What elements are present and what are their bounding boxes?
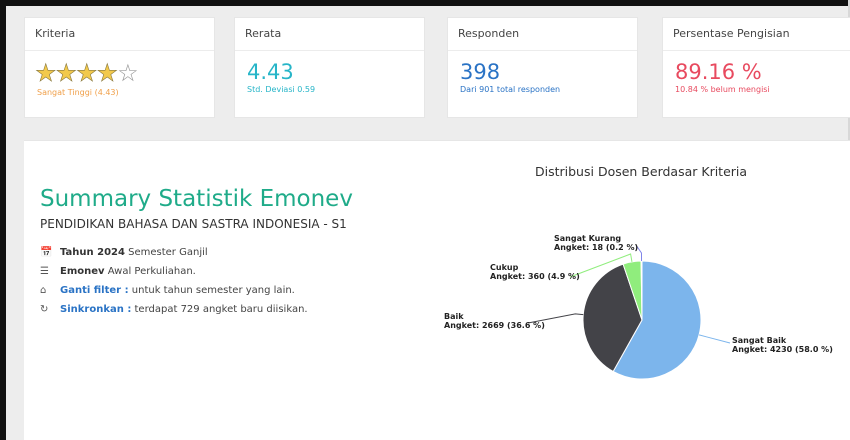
info-list: 📅 Tahun 2024 Semester Ganjil ☰ Emonev Awal… — [40, 243, 308, 319]
info-item-sync: ↻ Sinkronkan : terdapat 729 angket baru d… — [40, 300, 308, 319]
responden-value: 398 — [460, 60, 501, 84]
calendar-icon: 📅 — [40, 247, 53, 258]
sinkronkan-link[interactable]: Sinkronkan : — [60, 304, 131, 315]
ganti-filter-link[interactable]: Ganti filter : — [60, 285, 129, 296]
pie-label-name: Cukup — [490, 263, 519, 272]
semester-text: Semester Ganjil — [124, 247, 208, 258]
emonev-label: Emonev — [60, 266, 105, 277]
star-rating: ★★★★☆ — [35, 60, 214, 87]
home-icon: ⌂ — [40, 285, 47, 296]
star-filled-icon: ★ — [76, 59, 98, 87]
rerata-card: Rerata 4.43 Std. Deviasi 0.59 — [234, 17, 425, 118]
persentase-value: 89.16 % — [675, 60, 762, 84]
window-frame-left — [0, 0, 6, 440]
prodi-name: PENDIDIKAN BAHASA DAN SASTRA INDONESIA -… — [40, 217, 347, 231]
pie-label-name: Baik — [444, 312, 464, 321]
kriteria-card: Kriteria ★★★★☆ Sangat Tinggi (4.43) — [24, 17, 215, 118]
persentase-card-title: Persentase Pengisian — [663, 18, 850, 51]
responden-card: Responden 398 Dari 901 total responden — [447, 17, 638, 118]
summary-title: Summary Statistik Emonev — [40, 186, 353, 212]
pie-label-name: Sangat Baik — [732, 336, 787, 345]
list-icon: ☰ — [40, 266, 49, 277]
filter-text: untuk tahun semester yang lain. — [128, 285, 295, 296]
refresh-icon: ↻ — [40, 304, 49, 315]
info-item-tahun: 📅 Tahun 2024 Semester Ganjil — [40, 243, 308, 262]
rerata-value: 4.43 — [247, 60, 294, 84]
star-filled-icon: ★ — [35, 59, 57, 87]
chart-title: Distribusi Dosen Berdasar Kriteria — [535, 164, 748, 179]
persentase-card: Persentase Pengisian 89.16 % 10.84 % bel… — [662, 17, 850, 118]
pie-label-value: Angket: 2669 (36.6 %) — [444, 321, 545, 330]
pie-connector-line — [698, 334, 731, 344]
tahun-label: Tahun 2024 — [60, 247, 125, 258]
kriteria-subtext: Sangat Tinggi (4.43) — [37, 88, 119, 97]
pie-label-name: Sangat Kurang — [554, 234, 621, 243]
window-frame-top — [0, 0, 850, 6]
rerata-card-title: Rerata — [235, 18, 424, 51]
emonev-text: Awal Perkuliahan. — [104, 266, 196, 277]
star-filled-icon: ★ — [96, 59, 118, 87]
pie-label-value: Angket: 360 (4.9 %) — [490, 272, 580, 281]
pie-label-value: Angket: 18 (0.2 %) — [554, 243, 638, 252]
responden-subtext: Dari 901 total responden — [460, 85, 561, 94]
sync-text: terdapat 729 angket baru diisikan. — [131, 304, 308, 315]
kriteria-card-title: Kriteria — [25, 18, 214, 51]
pie-chart: Sangat BaikAngket: 4230 (58.0 %)BaikAngk… — [444, 234, 833, 380]
star-filled-icon: ★ — [55, 59, 77, 87]
pie-label-value: Angket: 4230 (58.0 %) — [732, 345, 833, 354]
info-item-emonev: ☰ Emonev Awal Perkuliahan. — [40, 262, 308, 281]
star-empty-icon: ☆ — [117, 59, 138, 87]
info-item-filter: ⌂ Ganti filter : untuk tahun semester yan… — [40, 281, 308, 300]
responden-card-title: Responden — [448, 18, 637, 51]
persentase-subtext: 10.84 % belum mengisi — [675, 85, 770, 94]
rerata-subtext: Std. Deviasi 0.59 — [247, 85, 316, 94]
